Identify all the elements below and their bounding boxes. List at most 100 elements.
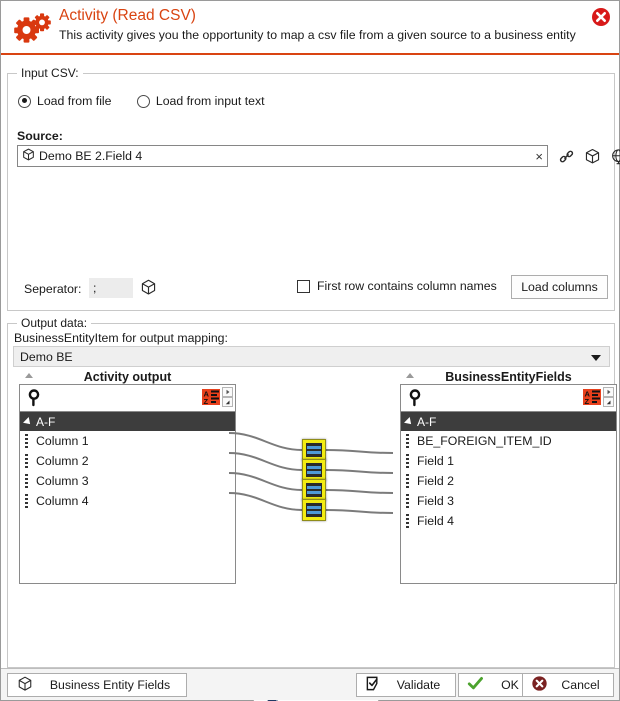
close-icon[interactable] — [591, 7, 611, 27]
list-item[interactable]: BE_FOREIGN_ITEM_ID — [401, 431, 616, 451]
list-item[interactable]: Column 3 — [20, 471, 235, 491]
mapping-node-glyph — [306, 483, 322, 497]
right-panel-toolbar: A Z — [401, 373, 616, 411]
list-item[interactable]: Field 4 — [401, 511, 616, 531]
business-entity-fields-button[interactable]: Business Entity Fields — [7, 673, 187, 697]
group-collapse-icon — [404, 416, 414, 427]
be-item-dropdown[interactable]: Demo BE — [13, 346, 610, 367]
activity-output-panel: A Z A-F Column 1 Column 2 Column 3 Colum… — [19, 373, 236, 584]
mapping-node[interactable] — [302, 459, 326, 481]
cube-icon[interactable] — [139, 278, 159, 298]
cancel-button[interactable]: Cancel — [522, 673, 614, 697]
validate-icon — [365, 675, 382, 695]
check-icon — [467, 675, 484, 695]
be-item-dropdown-value: Demo BE — [20, 349, 73, 364]
left-panel-toolbar: A Z — [20, 373, 235, 411]
mapping-node[interactable] — [302, 439, 326, 461]
left-sort-spinner — [222, 387, 233, 407]
drag-handle-icon[interactable] — [404, 514, 412, 528]
read-csv-dialog: Activity (Read CSV) This activity gives … — [0, 0, 620, 701]
output-data-legend: Output data: — [17, 316, 92, 330]
validate-label: Validate — [396, 678, 441, 692]
left-items-container: Column 1 Column 2 Column 3 Column 4 — [20, 431, 235, 511]
cancel-circle-icon — [531, 675, 548, 695]
mapping-node-glyph — [306, 503, 322, 517]
drag-handle-icon[interactable] — [404, 454, 412, 468]
group-header-left-label: A-F — [36, 414, 56, 429]
link-icon[interactable] — [556, 145, 576, 167]
page-title: Activity (Read CSV) — [59, 7, 196, 24]
source-row: Demo BE 2.Field 4 × — [17, 145, 620, 167]
list-item-label: Field 4 — [417, 514, 454, 528]
drag-handle-icon[interactable] — [23, 494, 31, 508]
sort-ascending-button[interactable] — [603, 387, 614, 397]
collapse-triangle-icon — [25, 373, 33, 378]
group-header-right[interactable]: A-F — [401, 412, 616, 431]
globe-icon[interactable] — [608, 145, 620, 167]
chevron-down-icon — [591, 355, 601, 361]
magnifier-icon[interactable] — [25, 388, 45, 408]
radio-load-from-input-text[interactable]: Load from input text — [136, 94, 265, 108]
group-header-right-label: A-F — [417, 414, 437, 429]
list-item[interactable]: Field 3 — [401, 491, 616, 511]
list-item-label: Column 4 — [36, 494, 89, 508]
source-input[interactable]: Demo BE 2.Field 4 × — [17, 145, 548, 167]
sort-ascending-button[interactable] — [222, 387, 233, 397]
business-entity-fields-list: A-F BE_FOREIGN_ITEM_ID Field 1 Field 2 Fiel… — [401, 411, 616, 531]
sort-descending-button[interactable] — [603, 397, 614, 407]
sort-descending-button[interactable] — [222, 397, 233, 407]
left-sort-controls: A Z — [201, 387, 233, 407]
drag-handle-icon[interactable] — [23, 434, 31, 448]
clear-source-button[interactable]: × — [535, 148, 543, 165]
cube-icon — [16, 675, 34, 696]
page-subtitle: This activity gives you the opportunity … — [59, 28, 576, 42]
mapping-node[interactable] — [302, 479, 326, 501]
business-entity-fields-label: Business Entity Fields — [49, 678, 171, 692]
drag-handle-icon[interactable] — [404, 494, 412, 508]
list-item-label: Column 2 — [36, 454, 89, 468]
list-item[interactable]: Column 4 — [20, 491, 235, 511]
input-csv-group: Input CSV: Load from file Load from inpu… — [7, 66, 620, 311]
header-text-block: Activity (Read CSV) This activity gives … — [59, 6, 576, 43]
first-row-checkbox-indicator — [297, 279, 310, 293]
group-header-left[interactable]: A-F — [20, 412, 235, 431]
separator-input[interactable]: ; — [89, 278, 133, 298]
load-mode-radio-group: Load from file Load from input text — [18, 94, 287, 111]
list-item[interactable]: Column 2 — [20, 451, 235, 471]
drag-handle-icon[interactable] — [23, 474, 31, 488]
gears-icon — [9, 9, 55, 49]
validate-button[interactable]: Validate — [356, 673, 456, 697]
radio-label-text: Load from input text — [155, 94, 265, 108]
sort-az-icon[interactable]: A Z — [201, 387, 221, 407]
cancel-label: Cancel — [561, 678, 600, 692]
cube-icon — [22, 148, 35, 164]
radio-label-file: Load from file — [37, 94, 112, 108]
sort-az-icon[interactable]: A Z — [582, 387, 602, 407]
list-item[interactable]: Field 2 — [401, 471, 616, 491]
dialog-footer: Business Entity Fields Validate OK Cance… — [1, 668, 619, 700]
drag-handle-icon[interactable] — [404, 474, 412, 488]
mapping-node-glyph — [306, 443, 322, 457]
magnifier-icon[interactable] — [406, 388, 426, 408]
list-item[interactable]: Column 1 — [20, 431, 235, 451]
radio-load-from-file[interactable]: Load from file — [18, 94, 112, 108]
cube-icon[interactable] — [582, 145, 602, 167]
separator-label: Seperator: — [24, 282, 82, 296]
first-row-label: First row contains column names — [317, 279, 497, 293]
source-value: Demo BE 2.Field 4 — [39, 149, 143, 163]
list-item-label: Column 1 — [36, 434, 89, 448]
mapping-node-glyph — [306, 463, 322, 477]
load-columns-button[interactable]: Load columns — [511, 275, 608, 299]
list-item-label: BE_FOREIGN_ITEM_ID — [417, 434, 552, 448]
source-label: Source: — [17, 129, 63, 143]
svg-text:Z: Z — [204, 397, 209, 406]
drag-handle-icon[interactable] — [404, 434, 412, 448]
drag-handle-icon[interactable] — [23, 454, 31, 468]
activity-output-title: Activity output — [83, 370, 172, 384]
list-item[interactable]: Field 1 — [401, 451, 616, 471]
radio-indicator-file — [18, 94, 31, 108]
mapping-node[interactable] — [302, 499, 326, 521]
first-row-checkbox[interactable]: First row contains column names — [297, 279, 497, 293]
business-entity-fields-panel: A Z A-F BE_FOREIGN_ITEM_ID Field 1 Field… — [400, 373, 617, 584]
right-sort-controls: A Z — [582, 387, 614, 407]
